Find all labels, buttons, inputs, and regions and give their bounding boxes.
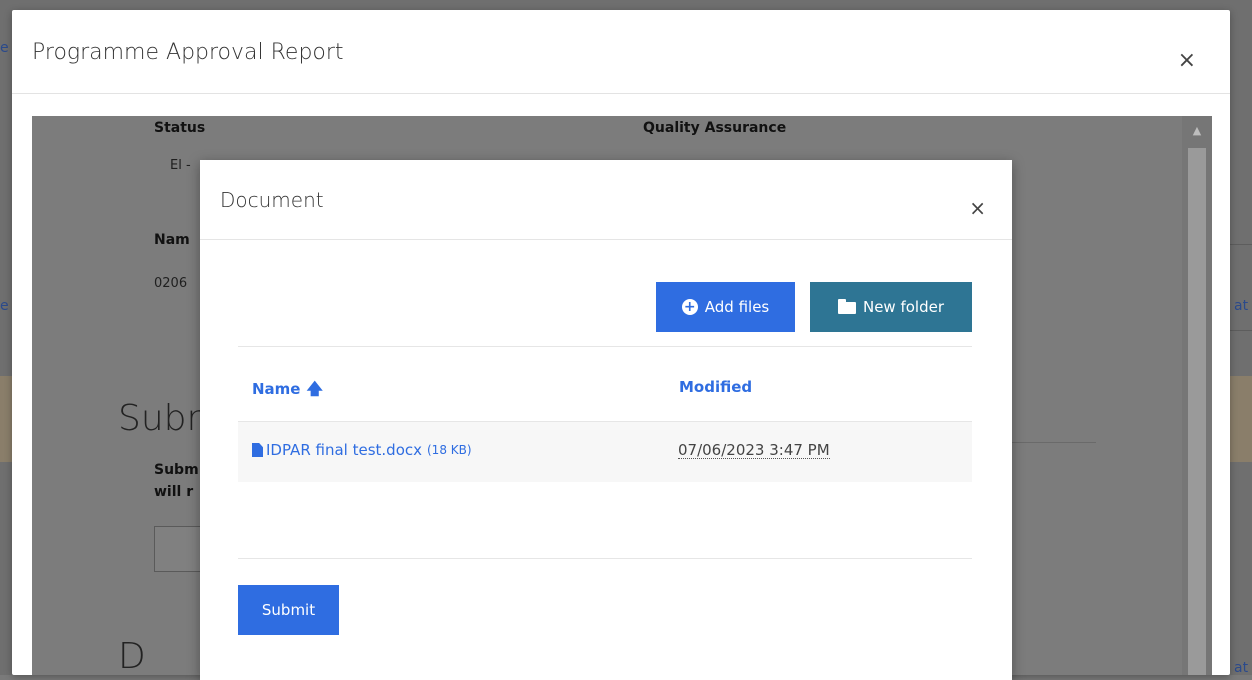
name-value: 0206: [154, 276, 187, 291]
document-modal: Document × + Add files New folder Name🡅 …: [200, 160, 1012, 680]
background-divider: [1230, 330, 1252, 331]
modified-column-header[interactable]: Modified: [679, 378, 752, 396]
outer-close-icon[interactable]: ×: [1178, 50, 1196, 72]
outer-modal-header: Programme Approval Report ×: [12, 10, 1230, 94]
file-modified-date: 07/06/2023 3:47 PM: [678, 442, 830, 459]
new-folder-label: New folder: [863, 298, 944, 316]
section-heading: Subr: [118, 398, 201, 439]
outer-modal-title: Programme Approval Report: [32, 40, 344, 65]
folder-icon: [838, 302, 856, 314]
background-band: [1230, 376, 1252, 462]
table-top-divider: [238, 346, 972, 347]
document-close-icon[interactable]: ×: [969, 198, 986, 218]
outer-scrollbar[interactable]: ▲: [1182, 116, 1212, 675]
add-files-label: Add files: [705, 298, 769, 316]
new-folder-button[interactable]: New folder: [810, 282, 972, 332]
scroll-thumb[interactable]: [1188, 148, 1206, 675]
file-icon: [252, 443, 263, 457]
add-files-button[interactable]: + Add files: [656, 282, 795, 332]
section-divider: [1012, 442, 1096, 443]
status-value: El -: [170, 158, 191, 173]
document-modal-title: Document: [220, 188, 324, 212]
background-link-fragment: at: [1234, 660, 1248, 676]
file-size: (18 KB): [427, 443, 472, 457]
background-divider: [1230, 244, 1252, 245]
background-band: [0, 376, 12, 462]
background-link-fragment: e: [0, 40, 9, 56]
name-column-label: Name: [252, 380, 300, 398]
plus-circle-icon: +: [682, 299, 698, 315]
name-label: Nam: [154, 232, 190, 248]
table-row: IDPAR final test.docx (18 KB) 07/06/2023…: [238, 422, 972, 482]
bottom-heading: D: [118, 636, 146, 675]
status-label: Status: [154, 120, 205, 136]
file-link[interactable]: IDPAR final test.docx (18 KB): [252, 441, 472, 459]
name-column-header[interactable]: Name 🡅: [252, 378, 323, 405]
section-text: will r: [154, 484, 193, 500]
file-name: IDPAR final test.docx: [266, 441, 422, 459]
table-bottom-divider: [238, 558, 972, 559]
quality-assurance-label: Quality Assurance: [643, 120, 786, 136]
background-link-fragment: e: [0, 298, 9, 314]
arrow-up-icon: 🡅: [306, 379, 322, 398]
scroll-up-arrow-icon[interactable]: ▲: [1182, 116, 1212, 146]
submit-button[interactable]: Submit: [238, 585, 339, 635]
background-link-fragment: at: [1234, 298, 1248, 314]
document-modal-header: Document ×: [200, 160, 1012, 240]
section-text: Subm: [154, 462, 199, 478]
